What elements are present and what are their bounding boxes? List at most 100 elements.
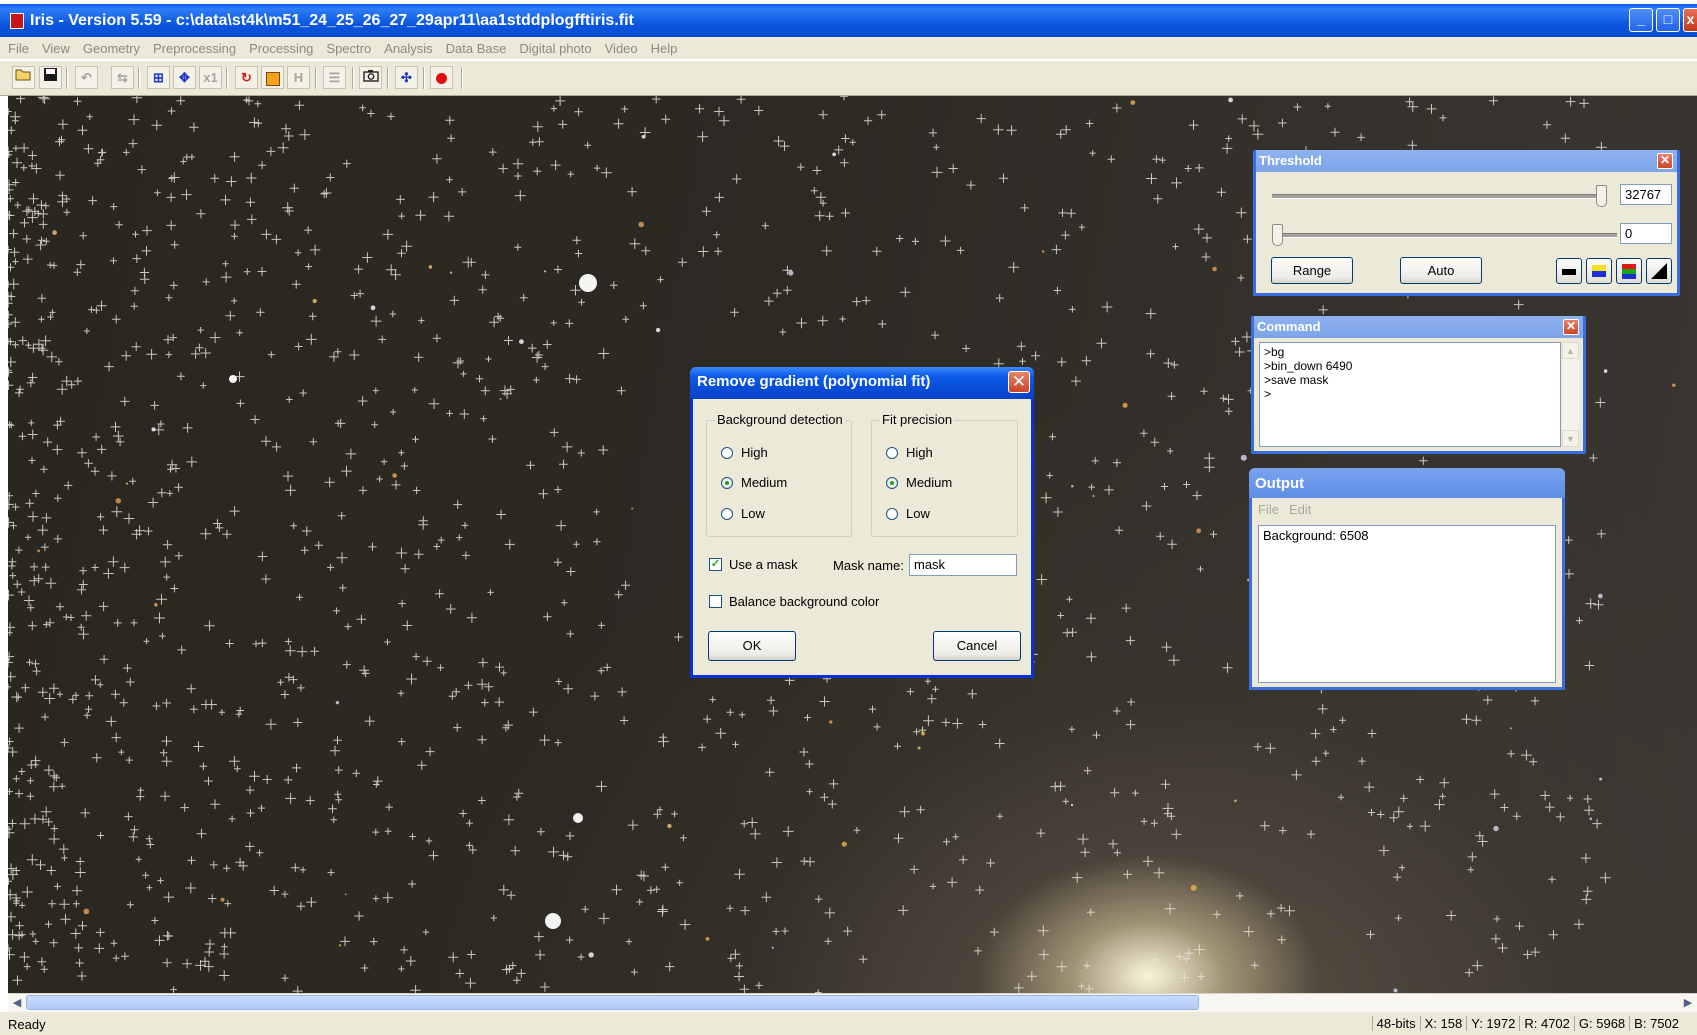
scroll-right-icon[interactable]: ▶ — [1680, 995, 1696, 1011]
output-window: Output File Edit Background: 6508 — [1249, 468, 1565, 690]
mask-name-input[interactable]: mask — [909, 554, 1017, 576]
minimize-button[interactable]: _ — [1629, 8, 1653, 32]
star — [1196, 528, 1202, 534]
menu-analysis[interactable]: Analysis — [384, 41, 432, 56]
radio-button[interactable] — [886, 476, 898, 489]
ok-button[interactable]: OK — [708, 631, 796, 661]
menu-digital-photo[interactable]: Digital photo — [519, 41, 591, 56]
gradient-palette-icon[interactable] — [1646, 258, 1672, 284]
star — [428, 265, 433, 269]
zoom-x1-icon[interactable]: x1 — [199, 66, 222, 89]
balance-background-checkbox[interactable]: Balance background color — [709, 594, 879, 609]
background-detection-group: Background detection High Medium Low — [706, 412, 852, 537]
use-mask-checkbox[interactable]: ✓ Use a mask — [709, 557, 798, 572]
radio-button[interactable] — [721, 507, 733, 520]
bg-detection-high-option[interactable]: High — [721, 445, 768, 460]
command-prompt[interactable]: > — [1264, 387, 1556, 401]
zoom-fit-icon[interactable]: ⊞ — [147, 66, 170, 89]
rectangle-icon[interactable] — [261, 66, 284, 89]
scroll-left-icon[interactable]: ◀ — [9, 995, 25, 1011]
radio-button[interactable] — [721, 476, 733, 489]
horizontal-scrollbar[interactable]: ◀ ▶ — [8, 993, 1697, 1012]
menu-video[interactable]: Video — [605, 41, 638, 56]
output-menu-edit[interactable]: Edit — [1289, 502, 1311, 517]
fit-precision-low-option[interactable]: Low — [886, 506, 930, 521]
range-button[interactable]: Range — [1271, 257, 1353, 284]
output-text-area[interactable]: Background: 6508 — [1258, 525, 1556, 683]
maximize-button[interactable]: □ — [1656, 8, 1680, 32]
histogram-icon[interactable]: H — [287, 66, 310, 89]
command-scrollbar[interactable]: ▲ ▼ — [1562, 342, 1579, 447]
fit-precision-high-option[interactable]: High — [886, 445, 933, 460]
high-threshold-input[interactable]: 32767 — [1620, 184, 1672, 205]
star — [519, 339, 524, 345]
command-line: >bg — [1264, 345, 1285, 359]
status-bar: Ready 48-bits X: 158 Y: 1972 R: 4702 G: … — [0, 1012, 1697, 1035]
auto-button[interactable]: Auto — [1400, 257, 1482, 284]
high-threshold-slider-track — [1272, 194, 1602, 199]
checkbox[interactable]: ✓ — [709, 558, 722, 571]
dialog-title-bar: Remove gradient (polynomial fit) ✕ — [690, 367, 1034, 399]
star — [917, 746, 921, 750]
threshold-close-icon[interactable]: ✕ — [1657, 153, 1673, 169]
command-title-bar: Command ✕ — [1254, 316, 1583, 338]
star — [655, 327, 661, 333]
low-threshold-input[interactable]: 0 — [1620, 223, 1672, 244]
dialog-close-icon[interactable]: ✕ — [1008, 371, 1030, 393]
move-icon[interactable]: ✥ — [173, 66, 196, 89]
checkbox[interactable] — [709, 595, 722, 608]
menu-view[interactable]: View — [42, 41, 70, 56]
status-bit-depth: 48-bits — [1371, 1016, 1420, 1031]
radio-button[interactable] — [886, 446, 898, 459]
mono-palette-icon[interactable] — [1556, 258, 1582, 284]
menu-geometry[interactable]: Geometry — [83, 41, 140, 56]
menu-spectro[interactable]: Spectro — [326, 41, 371, 56]
star — [705, 937, 710, 941]
menu-processing[interactable]: Processing — [249, 41, 313, 56]
status-x-coordinate: X: 158 — [1419, 1016, 1467, 1031]
close-button[interactable]: x — [1683, 8, 1697, 32]
status-y-coordinate: Y: 1972 — [1466, 1016, 1519, 1031]
star — [1603, 369, 1608, 373]
output-menu-file[interactable]: File — [1258, 502, 1279, 517]
record-icon[interactable] — [430, 66, 453, 89]
scroll-down-icon[interactable]: ▼ — [1562, 430, 1579, 447]
star — [499, 398, 502, 401]
high-threshold-slider-thumb[interactable] — [1596, 185, 1607, 207]
radio-button[interactable] — [886, 507, 898, 520]
bg-detection-medium-option[interactable]: Medium — [721, 475, 787, 490]
star — [1041, 250, 1045, 253]
command-console[interactable]: >bg >bin_down 6490 >save mask > — [1259, 342, 1561, 447]
status-red-value: R: 4702 — [1519, 1016, 1574, 1031]
yellow-blue-palette-icon[interactable] — [1586, 258, 1612, 284]
scroll-up-icon[interactable]: ▲ — [1562, 342, 1579, 359]
command-close-icon[interactable]: ✕ — [1563, 319, 1579, 335]
fit-precision-medium-option[interactable]: Medium — [886, 475, 952, 490]
star — [1071, 484, 1074, 488]
menu-database[interactable]: Data Base — [446, 41, 507, 56]
toolbar: ↶ ⇆ ⊞ ✥ x1 ↻ H ☰ ✣ — [0, 60, 1697, 96]
cancel-button[interactable]: Cancel — [933, 631, 1021, 661]
menu-file[interactable]: File — [8, 41, 29, 56]
menu-help[interactable]: Help — [651, 41, 678, 56]
save-disk-icon[interactable] — [39, 66, 62, 89]
star — [151, 427, 156, 432]
radio-button[interactable] — [721, 446, 733, 459]
list-icon[interactable]: ☰ — [323, 66, 346, 89]
rgb-palette-icon[interactable] — [1616, 258, 1642, 284]
low-threshold-slider-thumb[interactable] — [1272, 224, 1283, 246]
open-folder-icon[interactable] — [12, 66, 35, 89]
rotate-icon[interactable]: ↻ — [235, 66, 258, 89]
camera-icon[interactable] — [359, 66, 382, 89]
star — [125, 482, 129, 485]
star — [544, 270, 547, 273]
star — [1493, 825, 1499, 832]
bg-detection-low-option[interactable]: Low — [721, 506, 765, 521]
undo-icon[interactable]: ↶ — [75, 66, 98, 89]
command-title: Command — [1257, 319, 1321, 334]
star — [1228, 97, 1233, 103]
stars-icon[interactable]: ✣ — [395, 66, 418, 89]
scrollbar-thumb[interactable] — [26, 995, 1199, 1010]
menu-preprocessing[interactable]: Preprocessing — [153, 41, 236, 56]
adjust-icon[interactable]: ⇆ — [111, 66, 134, 89]
